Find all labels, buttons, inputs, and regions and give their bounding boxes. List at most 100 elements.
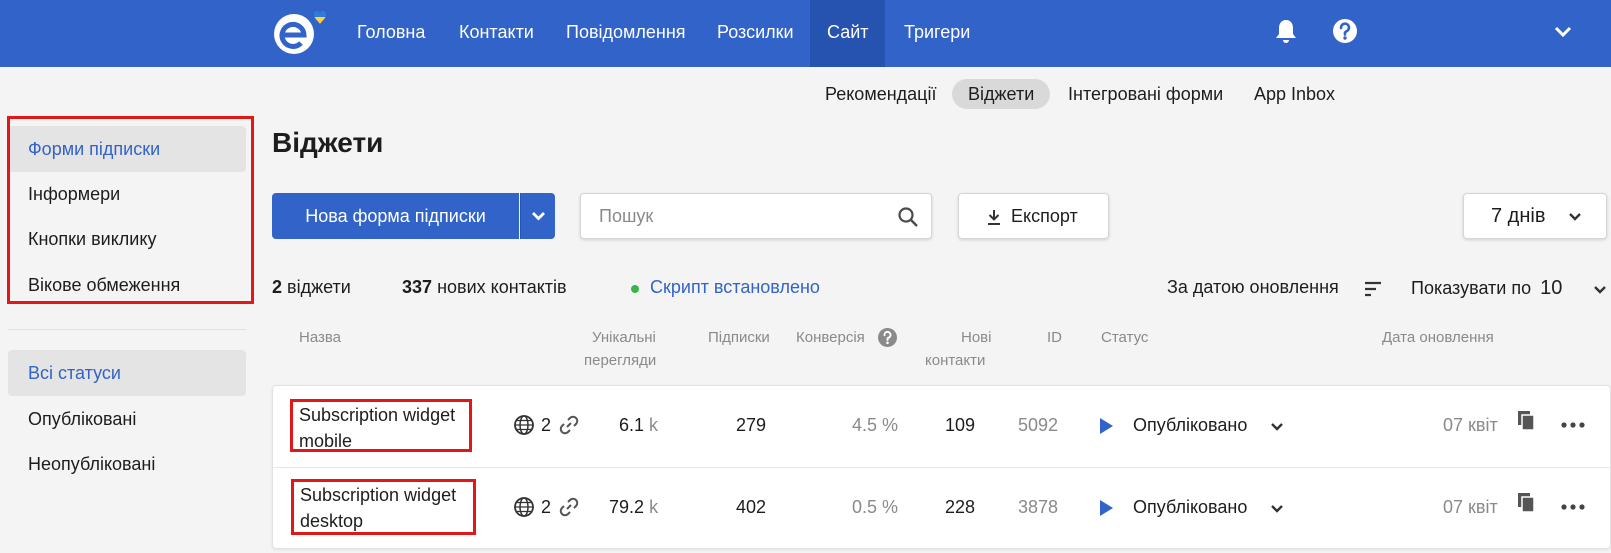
- highlight-box-widget-name-mobile[interactable]: Subscription widget mobile: [290, 399, 472, 452]
- play-icon[interactable]: [1098, 499, 1114, 517]
- widgets-count: 2: [272, 277, 283, 297]
- sidebar-divider: [8, 329, 246, 330]
- new-contacts-count: 228: [945, 497, 976, 517]
- sidebar-item-unpublished[interactable]: Неопубліковані: [8, 441, 246, 487]
- page-size-label: Показувати по: [1411, 278, 1532, 298]
- nav-item-campaigns[interactable]: Розсилки: [717, 0, 794, 67]
- page-size-value: 10: [1540, 277, 1563, 299]
- conversion-unit: %: [882, 497, 899, 517]
- highlight-box-widget-name-desktop[interactable]: Subscription widget desktop: [291, 479, 476, 535]
- table-row-divider: [272, 467, 1611, 468]
- widgets-count-stat: 2 віджети: [272, 277, 351, 298]
- sidebar-item-published[interactable]: Опубліковані: [8, 396, 246, 442]
- updated-date: 07 квіт: [1443, 497, 1498, 517]
- nav-item-contacts[interactable]: Контакти: [459, 0, 534, 67]
- play-icon[interactable]: [1098, 417, 1114, 435]
- chevron-down-icon[interactable]: [1269, 502, 1285, 516]
- column-header-views-line2[interactable]: перегляди: [584, 349, 656, 372]
- widget-name-line2: desktop: [300, 511, 364, 531]
- copy-icon[interactable]: [1517, 492, 1537, 514]
- help-circle-icon[interactable]: [1330, 16, 1360, 46]
- nav-item-triggers[interactable]: Тригери: [904, 0, 970, 67]
- status-dropdown[interactable]: Опубліковано: [1133, 497, 1247, 518]
- conversion-value: 0.5: [852, 497, 878, 517]
- unique-views: 79.2 k: [609, 497, 658, 518]
- widget-name-line1: Subscription widget: [299, 405, 456, 425]
- unique-views-unit: k: [649, 497, 659, 517]
- new-form-dropdown-button[interactable]: [520, 193, 555, 239]
- globe-icon: [514, 497, 534, 517]
- tab-widgets[interactable]: Віджети: [952, 79, 1051, 109]
- conversion-rate: 0.5 %: [852, 497, 898, 518]
- search-box: [580, 193, 932, 239]
- script-status-link[interactable]: Скрипт встановлено: [650, 277, 820, 298]
- export-button[interactable]: Експорт: [958, 193, 1109, 239]
- status-dropdown[interactable]: Опубліковано: [1133, 415, 1247, 436]
- widget-name-line1: Subscription widget: [300, 485, 457, 505]
- new-contacts-stat: 337 нових контактів: [402, 277, 567, 298]
- highlight-box-sidebar: [7, 116, 254, 304]
- unique-views-unit: k: [649, 415, 659, 435]
- sites-count: 2: [541, 415, 552, 435]
- more-horizontal-icon[interactable]: [1560, 418, 1586, 432]
- bell-icon[interactable]: [1271, 16, 1301, 46]
- tab-app-inbox[interactable]: App Inbox: [1238, 79, 1351, 109]
- copy-icon[interactable]: [1517, 410, 1537, 432]
- help-circle-icon[interactable]: [877, 327, 898, 348]
- column-header-name[interactable]: Назва: [299, 326, 341, 349]
- status-value: Опубліковано: [1133, 415, 1248, 435]
- column-header-views-line1[interactable]: Унікальні: [592, 326, 656, 349]
- page-size-select[interactable]: Показувати по 10: [1411, 277, 1562, 300]
- new-contacts-label: нових контактів: [437, 277, 567, 297]
- new-contacts-count: 337: [402, 277, 433, 297]
- sites-count: 2: [541, 497, 552, 517]
- search-icon[interactable]: [897, 206, 919, 228]
- widgets-count-label: віджети: [287, 277, 351, 297]
- chevron-down-icon: [532, 212, 545, 221]
- nav-item-site[interactable]: Сайт: [810, 0, 885, 67]
- sort-lines-icon[interactable]: [1364, 281, 1384, 297]
- conversion-rate: 4.5 %: [852, 415, 898, 436]
- sort-label: За датою оновлення: [1167, 277, 1339, 297]
- new-contacts-count: 109: [945, 415, 976, 435]
- subscriptions-count: 402: [736, 497, 767, 517]
- subscriptions-count: 279: [736, 415, 767, 435]
- widget-id: 3878: [1018, 497, 1059, 517]
- nav-item-home[interactable]: Головна: [357, 0, 425, 67]
- search-input[interactable]: [599, 194, 889, 238]
- download-icon: [988, 210, 1000, 225]
- status-value: Опубліковано: [1133, 497, 1248, 517]
- page-title: Віджети: [272, 127, 384, 158]
- script-status-dot: [631, 285, 639, 293]
- tab-integrated-forms[interactable]: Інтегровані форми: [1052, 79, 1239, 109]
- column-header-new-contacts-line2[interactable]: контакти: [925, 349, 985, 372]
- globe-icon: [514, 415, 534, 435]
- column-header-updated[interactable]: Дата оновлення: [1382, 326, 1494, 349]
- tab-recommendations[interactable]: Рекомендації: [809, 79, 952, 109]
- more-horizontal-icon[interactable]: [1560, 500, 1586, 514]
- chevron-down-icon: [1569, 213, 1581, 221]
- esputnik-logo-icon[interactable]: [272, 8, 336, 58]
- sort-by-date[interactable]: За датою оновлення: [1167, 277, 1339, 298]
- export-label: Експорт: [1011, 206, 1078, 226]
- conversion-value: 4.5: [852, 415, 878, 435]
- column-header-id[interactable]: ID: [1047, 326, 1062, 349]
- account-chevron-down-icon[interactable]: [1548, 16, 1578, 46]
- column-header-status[interactable]: Статус: [1101, 326, 1148, 349]
- column-header-conversion[interactable]: Конверсія: [796, 326, 865, 349]
- period-select[interactable]: 7 днів: [1463, 193, 1607, 239]
- chevron-down-icon[interactable]: [1592, 283, 1608, 297]
- chevron-down-icon[interactable]: [1269, 420, 1285, 434]
- column-header-new-contacts-line1[interactable]: Нові: [961, 326, 991, 349]
- nav-item-messages[interactable]: Повідомлення: [566, 0, 686, 67]
- new-form-button[interactable]: Нова форма підписки: [272, 193, 519, 239]
- link-icon[interactable]: [558, 496, 580, 518]
- link-icon[interactable]: [558, 414, 580, 436]
- widget-name-line2: mobile: [299, 431, 353, 451]
- period-value: 7 днів: [1491, 205, 1546, 227]
- unique-views-value: 6.1: [619, 415, 645, 435]
- sidebar-item-all-statuses[interactable]: Всі статуси: [8, 350, 246, 396]
- column-header-subscriptions[interactable]: Підписки: [708, 326, 770, 349]
- unique-views-value: 79.2: [609, 497, 645, 517]
- updated-date: 07 квіт: [1443, 415, 1498, 435]
